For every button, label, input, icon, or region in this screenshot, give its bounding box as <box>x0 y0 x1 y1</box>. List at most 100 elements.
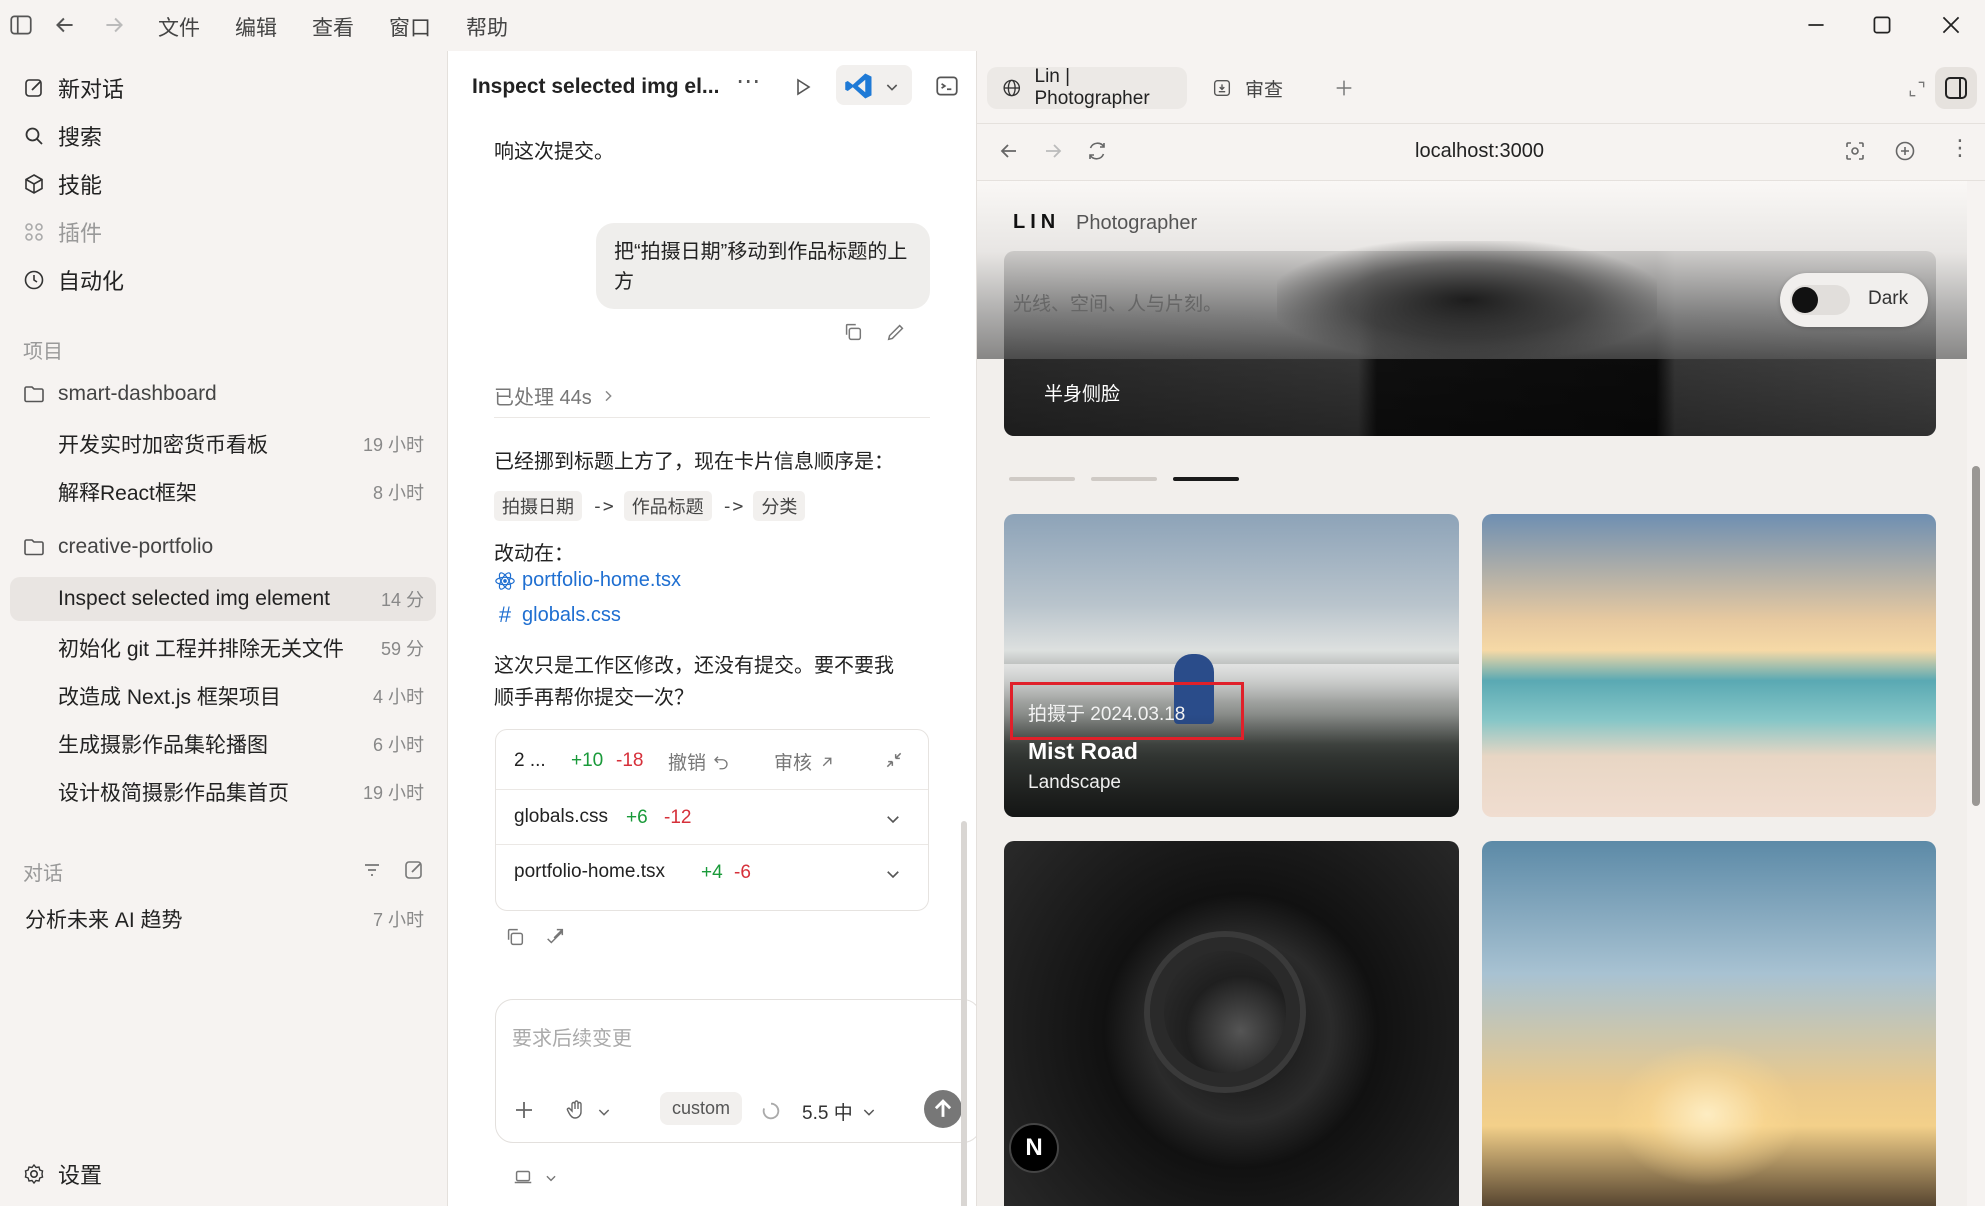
projects-label: 项目 <box>23 341 63 363</box>
processed-indicator[interactable]: 已处理 44s <box>494 381 616 410</box>
diff-additions: +10 <box>571 750 604 771</box>
browser-tab-inspect[interactable]: 审查 <box>1199 67 1283 109</box>
terminal-icon[interactable] <box>934 73 960 99</box>
maximize-icon[interactable] <box>1869 12 1895 38</box>
mode-chip[interactable]: custom <box>660 1092 743 1125</box>
folder-icon <box>24 386 44 403</box>
sidebar-plugins[interactable]: 插件 <box>22 212 102 252</box>
carousel-dot-active[interactable] <box>1173 477 1239 481</box>
card-date: 拍摄于 2024.03.18 <box>1028 704 1186 725</box>
filter-icon[interactable] <box>360 858 384 882</box>
diff-file-row[interactable]: portfolio-home.tsx +4 -6 <box>496 845 928 900</box>
screenshot-icon[interactable] <box>1843 139 1867 163</box>
sidebar-skills[interactable]: 技能 <box>22 164 102 204</box>
collapse-icon[interactable] <box>884 750 904 770</box>
conversation-item[interactable]: 分析未来 AI 趋势 7 小时 <box>10 897 436 941</box>
menu-view[interactable]: 查看 <box>312 12 354 42</box>
thread-time: 19 小时 <box>362 435 424 455</box>
sidebar-automation[interactable]: 自动化 <box>22 260 124 300</box>
gallery-card-mist-road[interactable]: 拍摄于 2024.03.18 Mist Road Landscape <box>1004 514 1459 817</box>
conversations-label: 对话 <box>23 863 63 885</box>
gallery-card-heart-hands[interactable] <box>1482 841 1936 1206</box>
share-icon[interactable] <box>544 926 566 948</box>
project-name: creative-portfolio <box>58 535 214 558</box>
minimize-icon[interactable] <box>1803 12 1829 38</box>
laptop-icon[interactable] <box>512 1166 534 1188</box>
undo-icon <box>714 755 728 769</box>
gallery-card-camera[interactable]: N <box>1004 841 1459 1206</box>
file-link-portfolio-home[interactable]: portfolio-home.tsx <box>494 569 681 592</box>
thread-title: 解释React框架 <box>58 482 197 505</box>
thread-item[interactable]: 解释React框架 8 小时 <box>10 470 436 514</box>
sidebar-new-chat[interactable]: 新对话 <box>22 68 124 108</box>
close-icon[interactable] <box>1938 12 1964 38</box>
forward-arrow-icon[interactable] <box>1041 139 1065 163</box>
plus-icon[interactable] <box>512 1098 536 1122</box>
nextjs-badge[interactable]: N <box>1009 1123 1059 1173</box>
web-scrollbar[interactable] <box>1967 181 1985 1206</box>
browser-menu-icon[interactable]: ⋮ <box>1949 135 1971 161</box>
carousel-dot[interactable] <box>1009 477 1075 481</box>
back-arrow-icon[interactable] <box>997 139 1021 163</box>
panel-toggle-button[interactable] <box>1935 67 1977 109</box>
theme-toggle[interactable]: Dark <box>1780 273 1928 327</box>
menu-file[interactable]: 文件 <box>158 12 200 42</box>
new-tab-icon[interactable] <box>1333 77 1355 99</box>
chevron-down-icon[interactable] <box>596 1104 612 1120</box>
carousel-dot[interactable] <box>1091 477 1157 481</box>
diff-file-row[interactable]: globals.css +6 -12 <box>496 790 928 845</box>
review-button[interactable]: 审核 <box>774 748 836 775</box>
diff-file-deletions: -12 <box>664 807 692 828</box>
scrollbar-thumb[interactable] <box>961 821 967 1206</box>
menu-window[interactable]: 窗口 <box>389 12 431 42</box>
forward-arrow-icon[interactable] <box>101 12 127 38</box>
site-logo[interactable]: LIN <box>1013 211 1060 234</box>
menu-help[interactable]: 帮助 <box>466 12 508 42</box>
tab-label: 审查 <box>1245 79 1284 101</box>
sidebar-search[interactable]: 搜索 <box>22 116 102 156</box>
hand-icon[interactable] <box>564 1098 588 1122</box>
menu-edit[interactable]: 编辑 <box>235 12 277 42</box>
title-bar: 文件 编辑 查看 窗口 帮助 <box>0 0 1985 51</box>
file-link-globals-css[interactable]: # globals.css <box>494 602 621 628</box>
tab-label: Lin | Photographer <box>1034 66 1150 109</box>
file-link-label: portfolio-home.tsx <box>522 569 681 591</box>
thread-item[interactable]: 改造成 Next.js 框架项目 4 小时 <box>10 674 436 718</box>
address-bar[interactable]: localhost:3000 <box>1415 140 1544 163</box>
composer-input[interactable]: 要求后续变更 <box>512 1022 632 1051</box>
new-conversation-icon[interactable] <box>402 858 426 882</box>
external-link-icon <box>822 757 832 766</box>
back-arrow-icon[interactable] <box>52 12 78 38</box>
chevron-down-icon[interactable] <box>544 1171 558 1185</box>
reload-icon[interactable] <box>1085 139 1109 163</box>
edit-message-icon[interactable] <box>885 321 907 343</box>
globe-icon <box>1003 79 1021 97</box>
add-annotation-icon[interactable] <box>1893 139 1917 163</box>
sidebar-toggle-icon[interactable] <box>8 12 34 38</box>
project-folder-creative-portfolio[interactable]: creative-portfolio <box>22 530 213 564</box>
model-selector[interactable]: 5.5 中 <box>802 1098 877 1125</box>
thread-item[interactable]: 初始化 git 工程并排除无关文件 59 分 <box>10 626 436 670</box>
thread-item-active[interactable]: Inspect selected img element 14 分 <box>10 577 436 621</box>
undo-button[interactable]: 撤销 <box>668 748 730 775</box>
thread-title: 改造成 Next.js 框架项目 <box>58 686 281 709</box>
gallery-card-beach[interactable] <box>1482 514 1936 817</box>
inspect-icon <box>1213 79 1231 97</box>
settings-button[interactable]: 设置 <box>22 1154 102 1194</box>
thread-time: 6 小时 <box>372 735 424 755</box>
thread-item[interactable]: 生成摄影作品集轮播图 6 小时 <box>10 722 436 766</box>
chat-scrollbar[interactable] <box>961 131 969 1206</box>
more-options-icon[interactable]: ⋯ <box>736 67 760 96</box>
send-button[interactable] <box>924 1090 962 1128</box>
expand-icon[interactable] <box>1907 79 1927 99</box>
scrollbar-thumb[interactable] <box>1972 466 1980 806</box>
thread-item[interactable]: 开发实时加密货币看板 19 小时 <box>10 422 436 466</box>
copy-icon[interactable] <box>842 321 864 343</box>
divider <box>494 417 930 418</box>
browser-tab-active[interactable]: Lin | Photographer <box>987 66 1187 109</box>
panel-layout-icon <box>1945 77 1967 99</box>
run-icon[interactable] <box>790 75 814 99</box>
thread-item[interactable]: 设计极简摄影作品集首页 19 小时 <box>10 770 436 814</box>
project-folder-smart-dashboard[interactable]: smart-dashboard <box>22 377 217 411</box>
copy-icon[interactable] <box>504 926 526 948</box>
